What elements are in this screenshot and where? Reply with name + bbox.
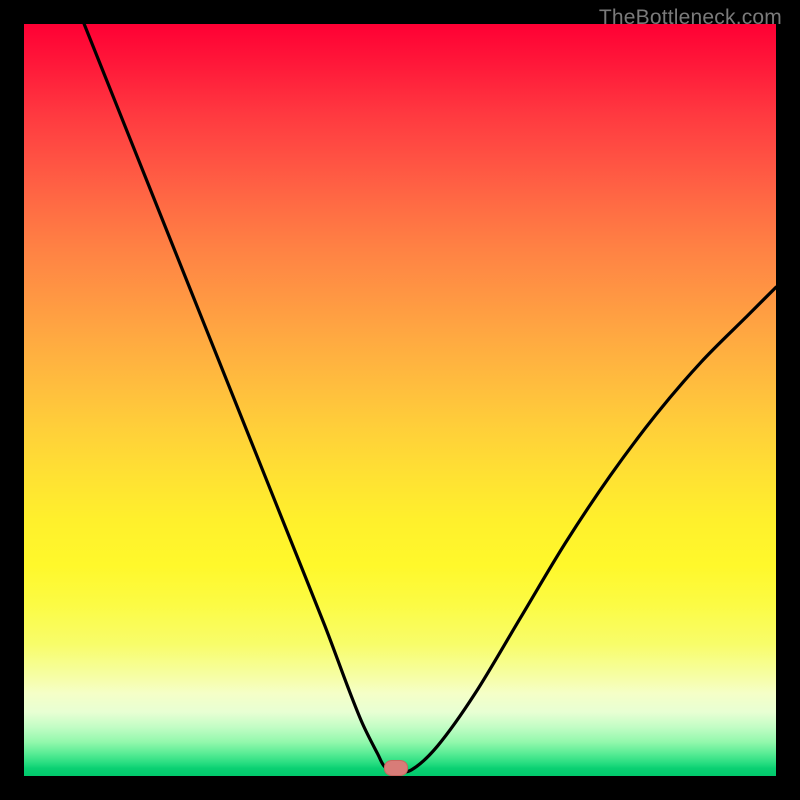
optimal-point-marker [384,760,408,776]
bottleneck-curve-svg [24,24,776,776]
plot-area [24,24,776,776]
chart-frame: TheBottleneck.com [0,0,800,800]
bottleneck-curve [84,24,776,772]
